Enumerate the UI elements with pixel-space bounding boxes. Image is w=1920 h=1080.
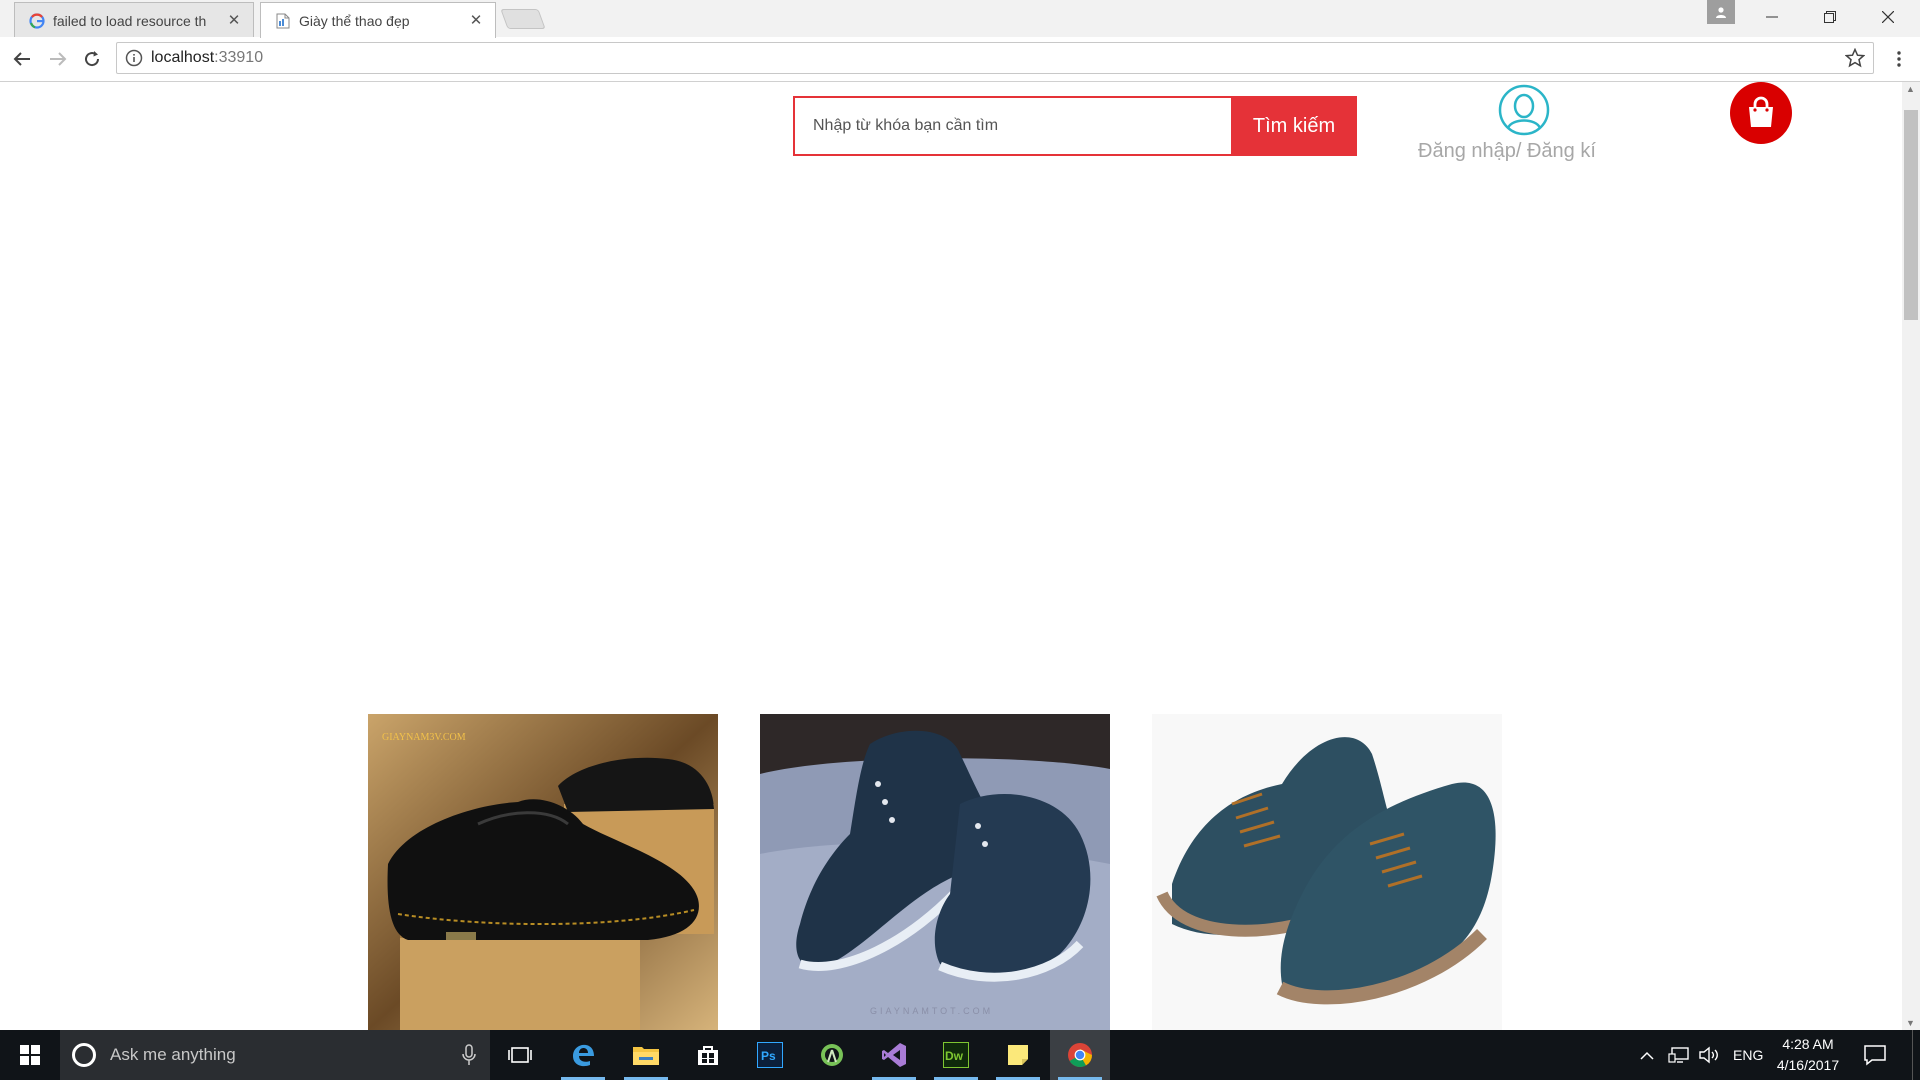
tab-title: failed to load resource th [53, 12, 207, 29]
browser-toolbar: localhost:33910 [0, 37, 1920, 82]
url-port: :33910 [214, 49, 264, 66]
store-icon[interactable] [678, 1030, 738, 1080]
microphone-icon[interactable] [462, 1044, 476, 1066]
product-image-blue-suede-shoe[interactable]: GIAYNAMTOT.COM [760, 714, 1110, 1030]
page-content: Tìm kiếm Đăng nhập/ Đăng kí [0, 82, 1902, 1030]
blue-suede-shoe-image [760, 714, 1110, 1030]
search-button[interactable]: Tìm kiếm [1231, 96, 1357, 156]
language-indicator[interactable]: ENG [1733, 1030, 1763, 1080]
tab-title: Giày thể thao đẹp [299, 12, 410, 29]
url-host: localhost [151, 49, 215, 66]
search-input[interactable] [813, 117, 1231, 135]
tab-failed-to-load[interactable]: failed to load resource th ✕ [14, 2, 254, 38]
product-watermark: GIAYNAMTOT.COM [870, 1006, 994, 1016]
product-image-teal-suede-shoe[interactable] [1152, 714, 1502, 1030]
volume-icon[interactable] [1698, 1030, 1720, 1080]
address-bar[interactable]: localhost:33910 [116, 42, 1874, 74]
back-arrow-icon[interactable] [8, 45, 36, 73]
minimize-icon[interactable] [1744, 0, 1800, 34]
network-icon[interactable] [1668, 1030, 1690, 1080]
windows-start-icon[interactable] [0, 1030, 60, 1080]
clock-date: 4/16/2017 [1776, 1057, 1840, 1073]
svg-text:Ps: Ps [761, 1049, 776, 1063]
browser-tab-strip: failed to load resource th ✕ Giày thể th… [0, 0, 1920, 38]
taskbar-clock[interactable]: 4:28 AM 4/16/2017 [1762, 1034, 1854, 1076]
show-hidden-icons-icon[interactable] [1640, 1030, 1654, 1080]
cortana-placeholder: Ask me anything [110, 1045, 236, 1064]
svg-text:Dw: Dw [945, 1049, 964, 1063]
tab-close-icon[interactable]: ✕ [227, 13, 241, 28]
scrollbar-thumb[interactable] [1904, 110, 1918, 320]
bookmark-star-icon[interactable] [1845, 48, 1865, 68]
product-watermark: GIAYNAM3V.COM [382, 732, 466, 743]
windows-taskbar: Ask me anything Ps Dw ENG 4:28 AM 4/16/2… [0, 1030, 1920, 1080]
black-leather-shoe-image [368, 714, 718, 1030]
show-desktop-button[interactable] [1912, 1030, 1920, 1080]
user-outline-icon[interactable] [1498, 84, 1550, 136]
shopping-bag-icon [1749, 96, 1773, 127]
dreamweaver-icon[interactable]: Dw [926, 1030, 986, 1080]
tab-close-icon[interactable]: ✕ [469, 13, 483, 28]
browser-menu-icon[interactable] [1888, 47, 1910, 71]
file-explorer-icon[interactable] [616, 1030, 676, 1080]
task-view-icon[interactable] [490, 1030, 550, 1080]
edge-icon[interactable] [553, 1030, 613, 1080]
restore-icon[interactable] [1802, 0, 1858, 34]
product-image-black-leather-shoe[interactable]: GIAYNAM3V.COM [368, 714, 718, 1030]
action-center-icon[interactable] [1862, 1042, 1888, 1068]
chrome-icon[interactable] [1050, 1030, 1110, 1080]
close-window-icon[interactable] [1860, 0, 1916, 34]
scroll-down-icon[interactable]: ▼ [1906, 1018, 1915, 1028]
profile-icon[interactable] [1707, 0, 1735, 24]
visual-studio-icon[interactable] [864, 1030, 924, 1080]
clock-time: 4:28 AM [1782, 1036, 1834, 1052]
page-scrollbar[interactable]: ▲ ▼ [1902, 82, 1920, 1030]
new-tab-button[interactable] [500, 9, 546, 29]
scroll-up-icon[interactable]: ▲ [1906, 84, 1915, 94]
reload-icon[interactable] [78, 45, 106, 73]
cortana-search-box[interactable]: Ask me anything [60, 1030, 490, 1080]
tab-giay-the-thao[interactable]: Giày thể thao đẹp ✕ [260, 2, 496, 38]
sticky-notes-icon[interactable] [988, 1030, 1048, 1080]
product-grid: GIAYNAM3V.COM GIAYNAMTOT.COM [368, 714, 1504, 1030]
cart-button[interactable] [1730, 82, 1792, 144]
google-g-icon [29, 12, 45, 29]
info-icon[interactable] [125, 49, 143, 67]
photoshop-icon[interactable]: Ps [740, 1030, 800, 1080]
login-register-link[interactable]: Đăng nhập/ Đăng kí [1418, 140, 1596, 163]
cortana-icon [72, 1043, 96, 1067]
forward-arrow-icon[interactable] [44, 45, 72, 73]
android-studio-icon[interactable] [802, 1030, 862, 1080]
teal-suede-shoe-image [1152, 714, 1502, 1030]
search-field[interactable] [793, 96, 1231, 156]
page-document-icon [275, 13, 291, 29]
